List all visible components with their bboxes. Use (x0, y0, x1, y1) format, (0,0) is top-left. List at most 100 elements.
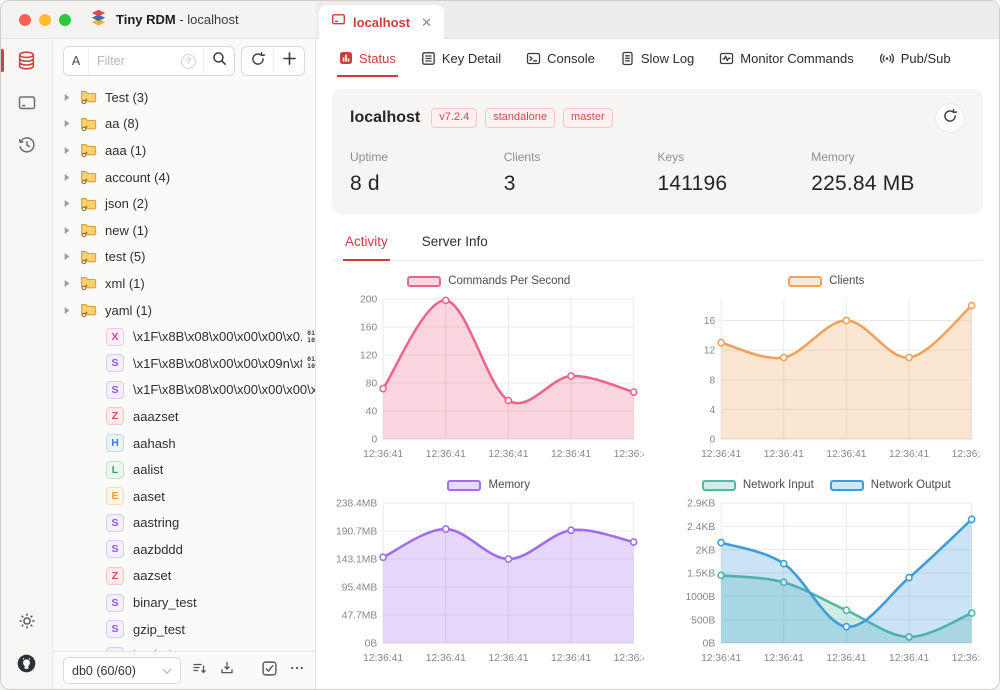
chart-canvas: 0408012016020012:36:4112:36:4112:36:4112… (334, 293, 644, 465)
refresh-status-button[interactable] (935, 103, 965, 133)
stat-value: 3 (504, 172, 658, 196)
database-selector[interactable]: db0 (60/60) (63, 657, 181, 684)
key-type-badge: L (106, 461, 124, 479)
chevron-right-icon[interactable] (63, 252, 80, 261)
tree-key-row[interactable]: Hhash_key (53, 642, 315, 651)
tree-key-row[interactable]: Sbinary_test (53, 589, 315, 616)
add-key-button[interactable] (273, 47, 304, 75)
folder-label: aaa (1) (105, 143, 146, 158)
connection-tab-localhost[interactable]: localhost ✕ (319, 5, 444, 39)
reload-keys-button[interactable] (242, 47, 273, 75)
tree-key-row[interactable]: X\x1F\x8B\x08\x00\x00\x00\x0...0110 (53, 323, 315, 350)
key-label: aazbddd (133, 542, 183, 557)
chevron-right-icon[interactable] (63, 226, 80, 235)
rail-item-history[interactable] (1, 135, 52, 160)
nav-tab-console[interactable]: Console (516, 39, 605, 77)
filter-type-selector[interactable]: A (64, 47, 89, 75)
filter-input[interactable] (89, 54, 181, 68)
nav-tab-slow-log[interactable]: Slow Log (610, 39, 704, 77)
tree-key-row[interactable]: Zaaazset (53, 403, 315, 430)
stat-uptime: Uptime8 d (350, 150, 504, 196)
close-icon[interactable]: ✕ (421, 16, 432, 29)
legend-item[interactable]: Commands Per Second (407, 275, 570, 287)
tree-folder-row[interactable]: aa (8) (53, 111, 315, 138)
svg-text:12:36:41: 12:36:41 (614, 449, 644, 460)
svg-text:12:36:41: 12:36:41 (551, 449, 591, 460)
close-window-button[interactable] (19, 14, 31, 26)
tree-folder-row[interactable]: yaml (1) (53, 297, 315, 324)
tree-key-row[interactable]: Zaazset (53, 563, 315, 590)
more-button[interactable] (289, 660, 305, 681)
tree-key-row[interactable]: Saazbddd (53, 536, 315, 563)
nav-tab-monitor-commands[interactable]: Monitor Commands (709, 39, 863, 77)
legend-item[interactable]: Clients (788, 275, 864, 287)
key-type-badge: S (106, 540, 124, 558)
stat-label: Clients (504, 150, 658, 164)
tree-folder-row[interactable]: json (2) (53, 190, 315, 217)
content-tab-activity[interactable]: Activity (333, 224, 400, 260)
tree-folder-row[interactable]: new (1) (53, 217, 315, 244)
key-type-badge: S (106, 354, 124, 372)
search-icon (212, 51, 227, 71)
legend-item[interactable]: Network Input (702, 479, 814, 491)
minimize-window-button[interactable] (39, 14, 51, 26)
tree-key-row[interactable]: S\x1F\x8B\x08\x00\x00\x09n\x8...0110 (53, 350, 315, 377)
chevron-right-icon[interactable] (63, 173, 80, 182)
chevron-right-icon[interactable] (63, 199, 80, 208)
svg-text:12:36:41: 12:36:41 (951, 653, 981, 664)
chevron-right-icon[interactable] (63, 93, 80, 102)
svg-text:8: 8 (709, 375, 715, 386)
svg-text:12:36:41: 12:36:41 (363, 653, 403, 664)
stat-keys: Keys141196 (658, 150, 812, 196)
tree-folder-row[interactable]: account (4) (53, 164, 315, 191)
content-tab-server-info[interactable]: Server Info (410, 224, 500, 260)
chart-legend: Commands Per Second (334, 269, 644, 293)
tree-key-row[interactable]: Sgzip_test (53, 616, 315, 643)
nav-tab-key-detail[interactable]: Key Detail (411, 39, 511, 77)
chevron-right-icon[interactable] (63, 306, 80, 315)
nav-tab-pub-sub[interactable]: Pub/Sub (869, 39, 961, 77)
tree-key-row[interactable]: Eaaset (53, 483, 315, 510)
chart-memory: Memory0B47.7MB95.4MB143.1MB190.7MB238.4M… (334, 473, 644, 669)
chevron-right-icon[interactable] (63, 146, 80, 155)
refresh-icon (942, 108, 958, 129)
tree-key-row[interactable]: Saastring (53, 510, 315, 537)
legend-swatch (447, 480, 481, 491)
tree-key-row[interactable]: S\x1F\x8B\x08\x00\x00\x00\x00\x0... (53, 377, 315, 404)
rail-item-settings[interactable] (1, 611, 52, 636)
tree-folder-row[interactable]: test (5) (53, 244, 315, 271)
nav-tab-status[interactable]: Status (329, 39, 406, 77)
folder-icon (80, 302, 97, 318)
github-icon (16, 653, 37, 679)
chevron-right-icon[interactable] (63, 119, 80, 128)
key-type-badge: S (106, 594, 124, 612)
svg-text:12:36:41: 12:36:41 (614, 653, 644, 664)
legend-swatch (407, 276, 441, 287)
sort-add-button[interactable] (192, 660, 208, 681)
batch-select-button[interactable] (261, 660, 278, 682)
legend-item[interactable]: Network Output (830, 479, 951, 491)
chart-clients: Clients048121612:36:4112:36:4112:36:4112… (672, 269, 982, 465)
chart-legend: Network Input Network Output (672, 473, 982, 497)
database-icon (16, 50, 37, 76)
rail-item-connections[interactable] (1, 93, 52, 118)
key-type-badge: S (106, 381, 124, 399)
server-header: localhost v7.2.4standalonemaster (350, 103, 965, 133)
tree-folder-row[interactable]: Test (3) (53, 84, 315, 111)
app-logo-icon (89, 8, 108, 32)
tree-folder-row[interactable]: xml (1) (53, 270, 315, 297)
import-button[interactable] (219, 660, 235, 681)
tree-folder-row[interactable]: aaa (1) (53, 137, 315, 164)
search-button[interactable] (203, 47, 234, 75)
rail-item-browser[interactable] (1, 50, 52, 76)
connection-tab-label: localhost (353, 15, 410, 30)
help-icon[interactable]: ? (181, 54, 196, 69)
slow-log-icon (620, 51, 635, 66)
zoom-window-button[interactable] (59, 14, 71, 26)
rail-item-github[interactable] (1, 653, 52, 679)
chevron-right-icon[interactable] (63, 279, 80, 288)
legend-item[interactable]: Memory (447, 479, 530, 491)
tree-key-row[interactable]: Laalist (53, 456, 315, 483)
folder-label: account (4) (105, 170, 170, 185)
tree-key-row[interactable]: Haahash (53, 430, 315, 457)
